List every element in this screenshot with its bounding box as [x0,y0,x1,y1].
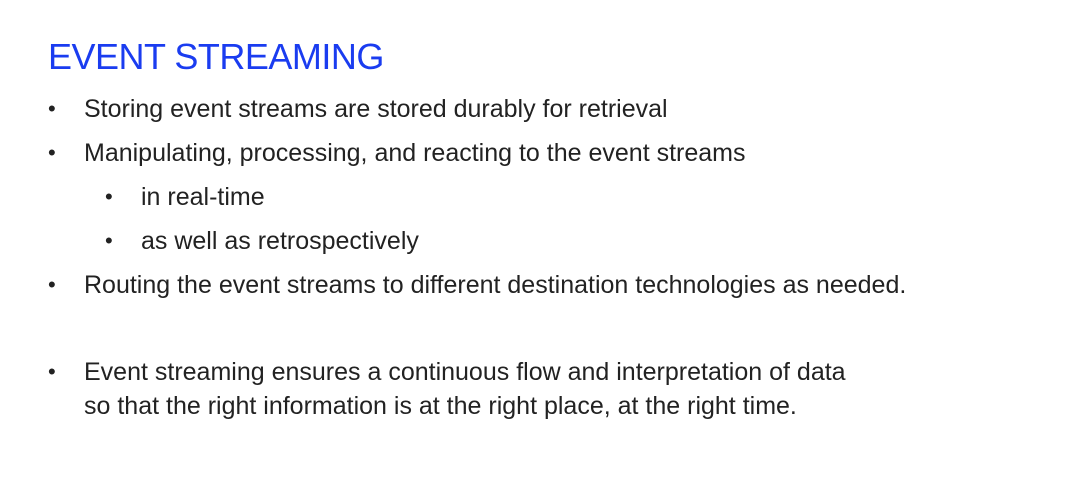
bullet-item: • Manipulating, processing, and reacting… [48,136,746,170]
bullet-icon: • [105,184,113,209]
bullet-icon: • [48,96,56,121]
slide: EVENT STREAMING • Storing event streams … [0,0,1071,491]
sub-bullet-text: as well as retrospectively [141,227,419,255]
bullet-text: Routing the event streams to different d… [84,271,907,299]
bullet-item: • Event streaming ensures a continuous f… [48,355,846,423]
bullet-item: • Storing event streams are stored durab… [48,92,668,126]
sub-bullet-item: • as well as retrospectively [105,224,419,258]
bullet-icon: • [48,359,56,384]
bullet-text: Event streaming ensures a continuous flo… [84,355,846,423]
bullet-text-line: Event streaming ensures a continuous flo… [84,358,846,386]
bullet-text: Manipulating, processing, and reacting t… [84,139,746,167]
sub-bullet-text: in real-time [141,183,265,211]
bullet-icon: • [48,140,56,165]
bullet-icon: • [105,228,113,253]
bullet-icon: • [48,272,56,297]
bullet-text: Storing event streams are stored durably… [84,95,668,123]
bullet-item: • Routing the event streams to different… [48,268,906,302]
bullet-text-line: so that the right information is at the … [84,392,797,420]
slide-title: EVENT STREAMING [48,36,384,77]
sub-bullet-item: • in real-time [105,180,265,214]
